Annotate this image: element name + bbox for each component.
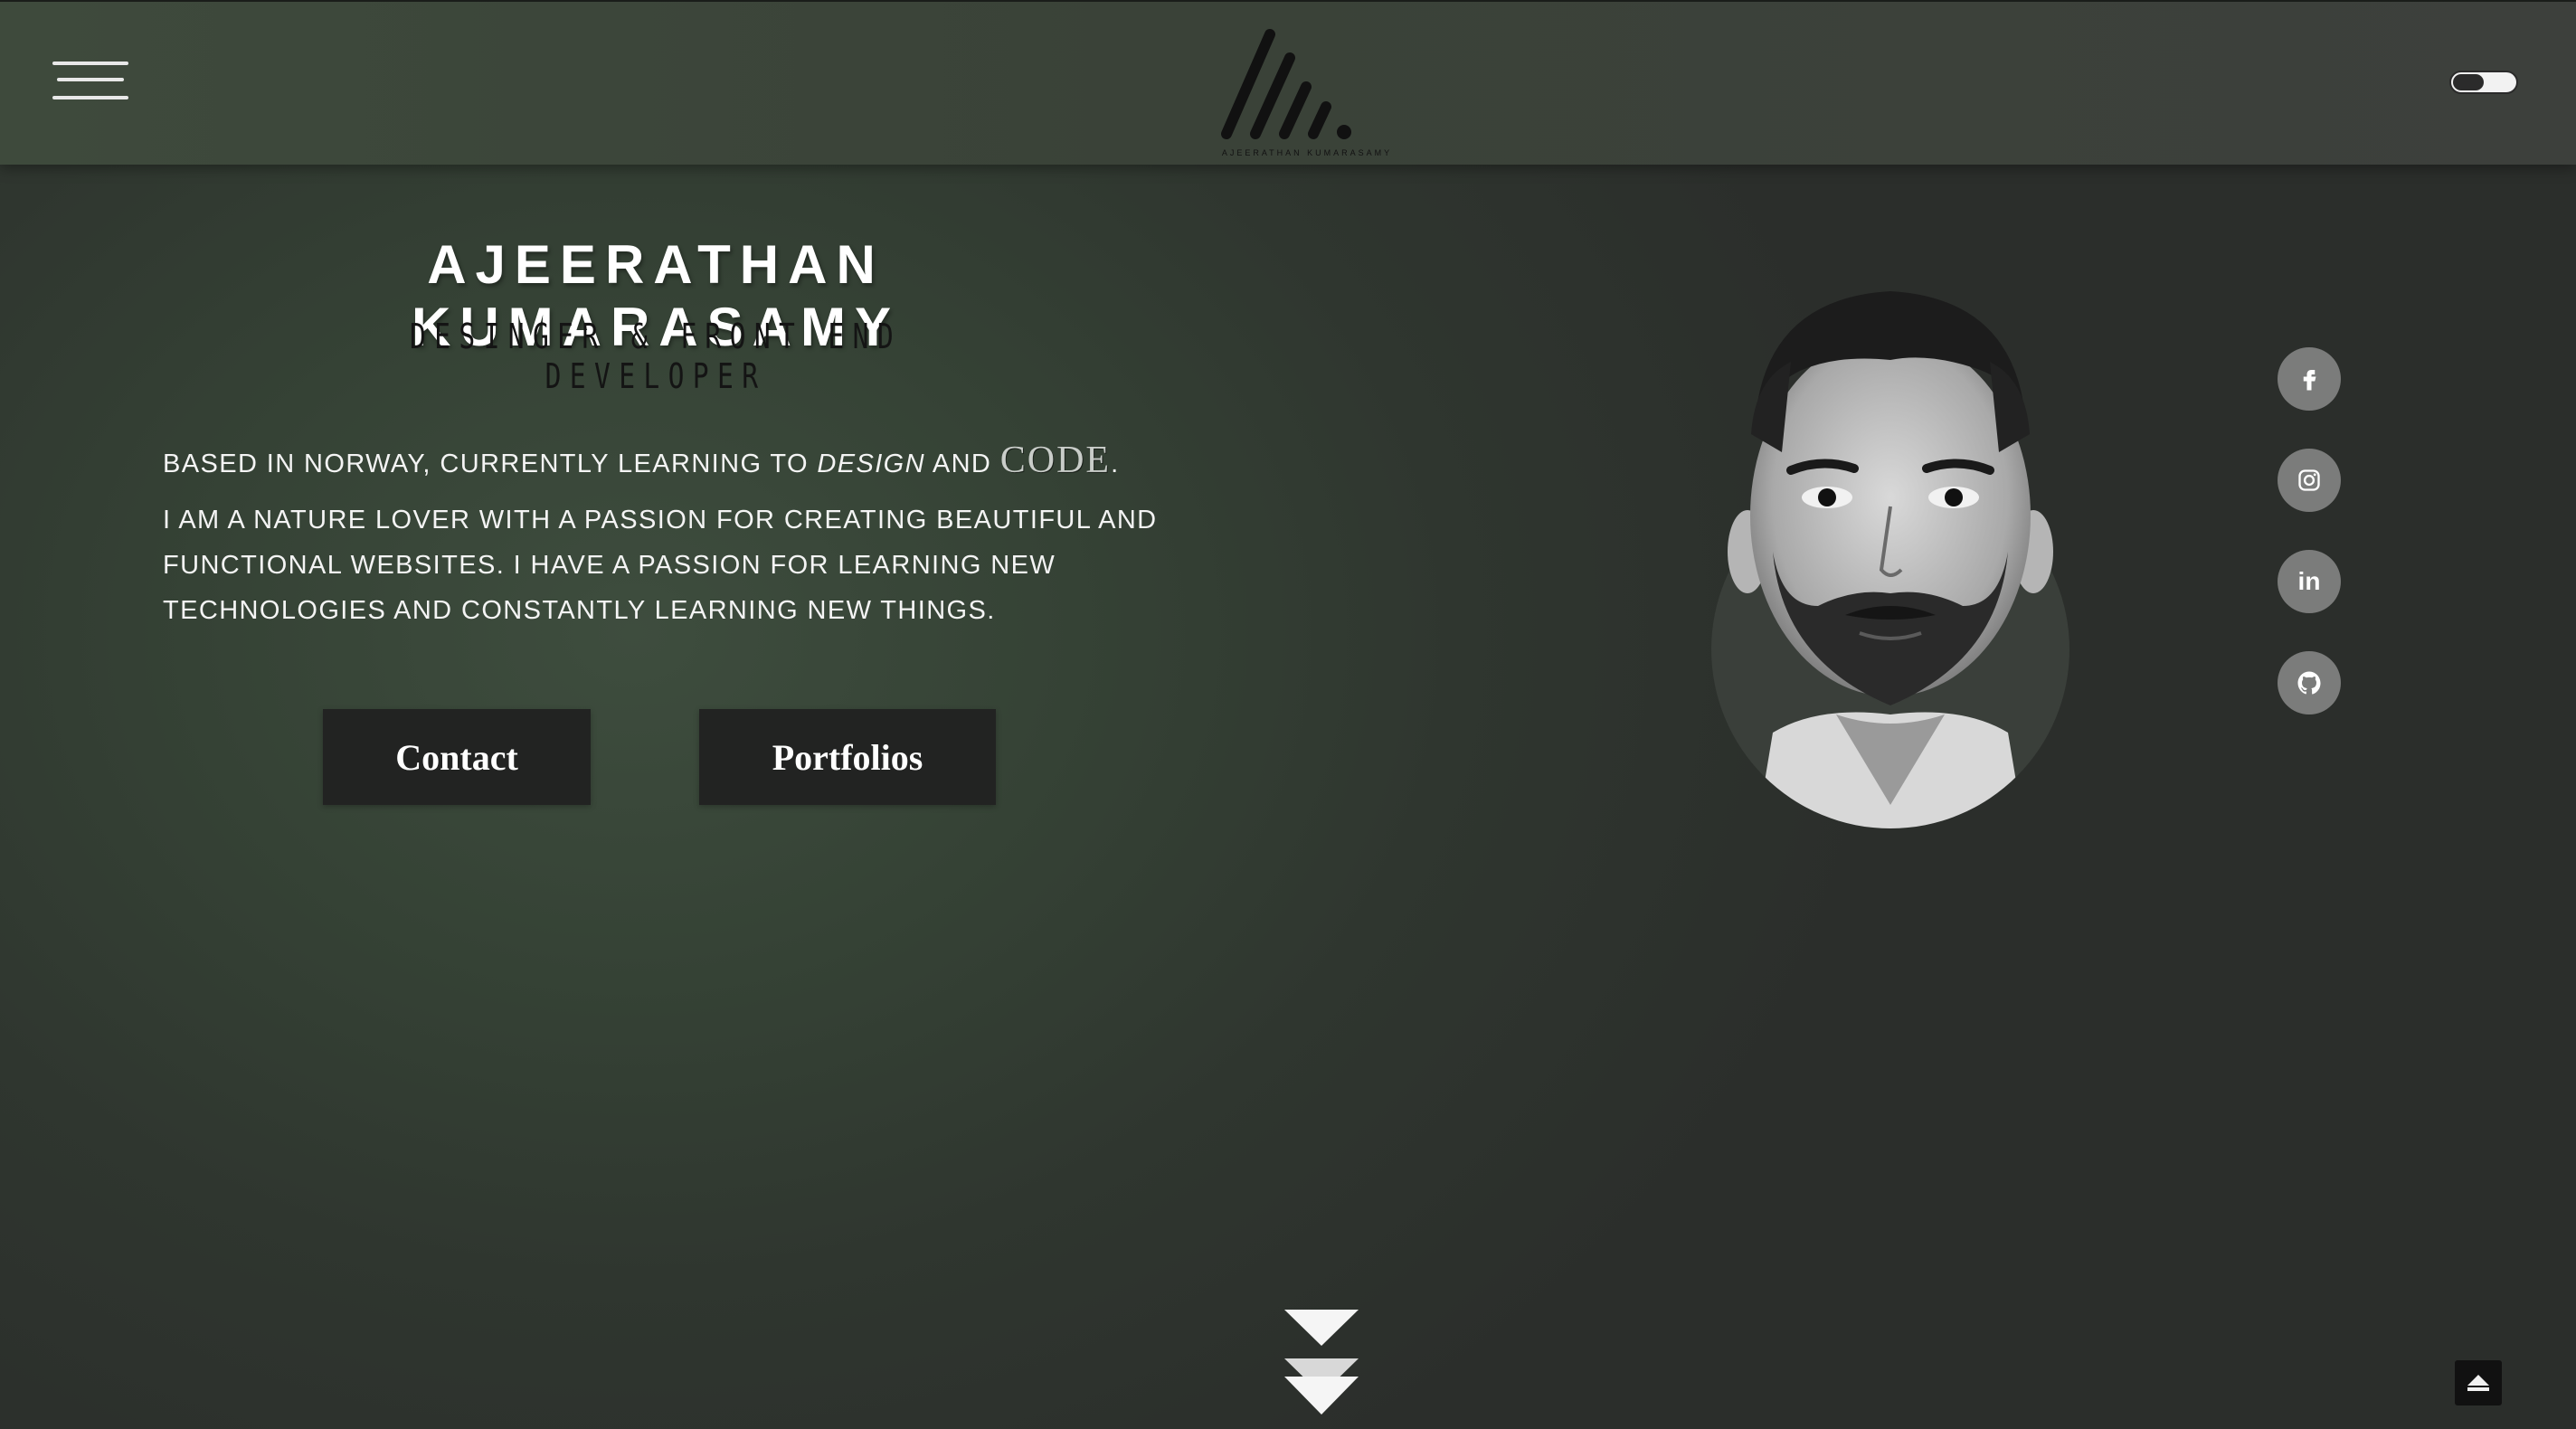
bio-design-word: DESIGN — [817, 450, 925, 478]
bio-period: . — [1111, 450, 1120, 478]
logo-caption: AJEERATHAN KUMARASAMY — [1221, 148, 1393, 157]
bio-and-word: AND — [924, 450, 1000, 478]
site-header: AJEERATHAN KUMARASAMY — [0, 0, 2576, 165]
bio-code-word: CODE — [999, 440, 1112, 481]
hamburger-menu-icon[interactable] — [52, 60, 128, 105]
bio-intro: BASED IN NORWAY, CURRENTLY LEARNING TO D… — [163, 438, 1212, 487]
github-icon — [2297, 671, 2321, 695]
hero-role: DESINGER & FRONT END DEVELOPER — [409, 317, 903, 396]
site-logo[interactable] — [1212, 27, 1402, 163]
facebook-icon — [2303, 370, 2316, 391]
portfolios-button[interactable]: Portfolios — [699, 709, 996, 805]
bio-intro-text: BASED IN NORWAY, CURRENTLY LEARNING TO — [163, 450, 818, 478]
arrow-up-icon — [2467, 1375, 2489, 1391]
scroll-down-icon[interactable] — [1284, 1310, 1359, 1415]
facebook-button[interactable] — [2278, 347, 2341, 411]
instagram-icon — [2298, 469, 2320, 491]
instagram-button[interactable] — [2278, 449, 2341, 512]
contact-button[interactable]: Contact — [323, 709, 591, 805]
linkedin-button[interactable]: in — [2278, 550, 2341, 613]
back-to-top-button[interactable] — [2455, 1360, 2502, 1405]
toggle-knob — [2453, 74, 2484, 90]
profile-portrait — [1711, 291, 2069, 828]
hero-bio: BASED IN NORWAY, CURRENTLY LEARNING TO D… — [163, 438, 1212, 633]
linkedin-icon: in — [2297, 567, 2321, 595]
theme-toggle[interactable] — [2449, 71, 2518, 94]
github-button[interactable] — [2278, 651, 2341, 714]
bio-paragraph: I AM A NATURE LOVER WITH A PASSION FOR C… — [163, 506, 1158, 625]
